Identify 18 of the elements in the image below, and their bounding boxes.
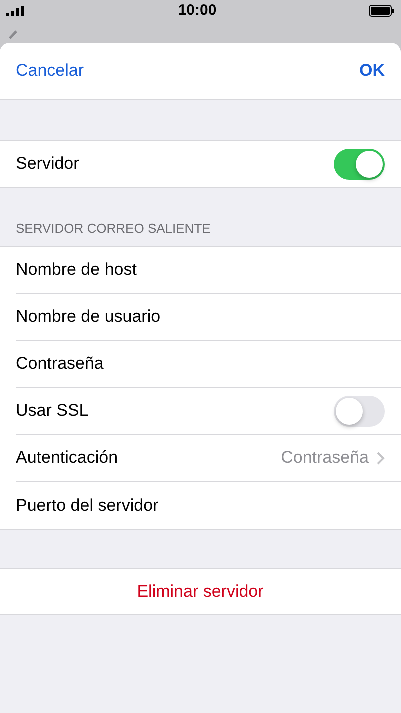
toggle-switch[interactable]	[334, 148, 385, 180]
toggle-switch[interactable]	[334, 396, 385, 426]
row-label: Puerto del servidor	[16, 494, 160, 517]
row-label: Servidor	[16, 153, 80, 176]
battery-icon	[369, 5, 395, 17]
section-header: SERVIDOR CORREO SALIENTE	[16, 220, 211, 238]
signal-icon	[6, 6, 26, 16]
chevron-icon	[377, 452, 385, 464]
row-label: Autenticación	[16, 447, 120, 470]
row-value: Contraseña	[281, 447, 369, 470]
delete-button[interactable]: Eliminar servidor	[0, 568, 401, 615]
ok-button[interactable]: OK	[360, 58, 385, 84]
row-label: Contraseña	[16, 353, 105, 376]
row-label: Usar SSL	[16, 400, 90, 422]
row-label: Nombre de usuario	[16, 306, 162, 328]
row-label: Nombre de host	[16, 259, 138, 282]
cancel-button[interactable]: Cancelar	[16, 58, 84, 84]
status-time: 10:00	[178, 0, 217, 21]
